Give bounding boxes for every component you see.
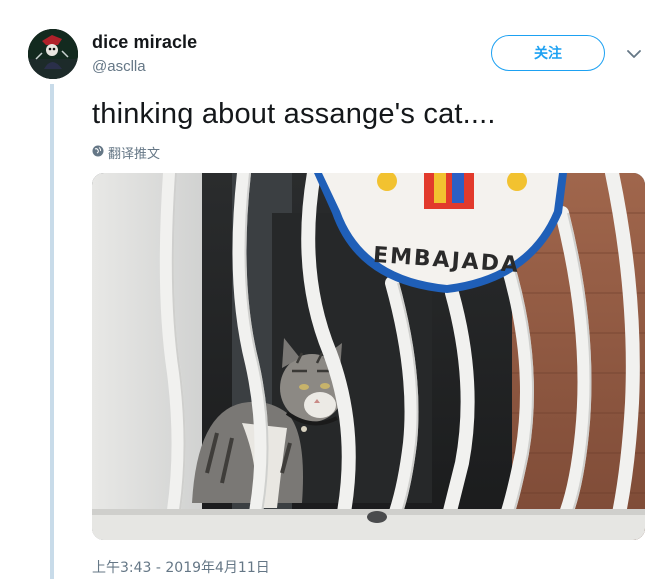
tweet-text: thinking about assange's cat.... xyxy=(92,98,496,130)
display-name[interactable]: dice miracle xyxy=(92,32,197,53)
chevron-down-icon[interactable] xyxy=(624,46,644,62)
translate-tweet-link[interactable]: 翻译推文 xyxy=(92,143,160,162)
translate-label: 翻译推文 xyxy=(108,147,161,162)
tweet-photo[interactable]: EMBAJADA xyxy=(92,173,645,540)
thread-line xyxy=(50,84,54,579)
tweet-timestamp[interactable]: 上午3:43 - 2019年4月11日 xyxy=(92,557,270,577)
globe-icon xyxy=(92,145,104,161)
follow-button[interactable]: 关注 xyxy=(491,35,605,71)
user-handle[interactable]: @asclla xyxy=(92,58,146,75)
avatar[interactable] xyxy=(28,29,78,79)
